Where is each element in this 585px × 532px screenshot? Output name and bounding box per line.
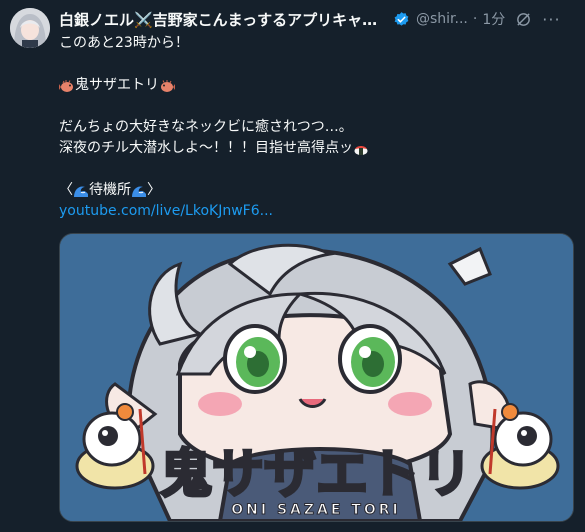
more-options-button[interactable]: ··· (542, 10, 560, 29)
media-subtitle: ONI SAZAE TORI (231, 502, 400, 518)
text-line: このあと23時から！ (59, 35, 189, 51)
text-segment: 深夜のチル大潜水しよ〜！！！目指せ高得点ッ (59, 140, 353, 156)
display-name[interactable]: 白銀ノエル⚔️吉野家こんまっするアプリキャン... (59, 9, 387, 30)
media-image[interactable]: 鬼サザエトリ ONI SAZAE TORI (59, 233, 574, 522)
fugu-emoji-icon (161, 79, 175, 92)
text-segment: 鬼サザエトリ (75, 77, 159, 93)
text-line: youtube.com/live/LkoKJnwF6... (59, 201, 574, 222)
separator-dot: · (472, 11, 478, 27)
avatar[interactable] (10, 8, 50, 48)
text-line: だんちょの大好きなネックビに癒されつつ…。 (59, 119, 353, 135)
sushi-emoji-icon (354, 145, 368, 155)
youtube-link[interactable]: youtube.com/live/LkoKJnwF6... (59, 201, 273, 222)
timestamp[interactable]: 1分 (482, 9, 505, 29)
fugu-emoji-icon (59, 79, 73, 92)
bracket-open: 〈 (59, 182, 73, 198)
thumbnail-illustration: 鬼サザエトリ ONI SAZAE TORI (60, 234, 573, 521)
tweet-header: 白銀ノエル⚔️吉野家こんまっするアプリキャン... @shir... · 1分 … (59, 8, 585, 30)
mute-icon[interactable] (515, 11, 532, 28)
text-line: 深夜のチル大潜水しよ〜！！！目指せ高得点ッ (59, 138, 574, 159)
bracket-close: 〉 (147, 182, 161, 198)
wave-emoji-icon (132, 185, 146, 197)
text-line: 鬼サザエトリ (59, 75, 574, 96)
tweet-text: このあと23時から！ 鬼サザエトリ だんちょの大好きなネックビに癒されつつ…。 … (59, 33, 574, 222)
handle[interactable]: @shir... (416, 11, 468, 27)
text-segment: 待機所 (89, 182, 131, 198)
wave-emoji-icon (74, 185, 88, 197)
text-line: 〈 待機所 〉 (59, 180, 574, 201)
verified-badge-icon (394, 11, 409, 26)
media-title: 鬼サザエトリ (160, 445, 472, 505)
